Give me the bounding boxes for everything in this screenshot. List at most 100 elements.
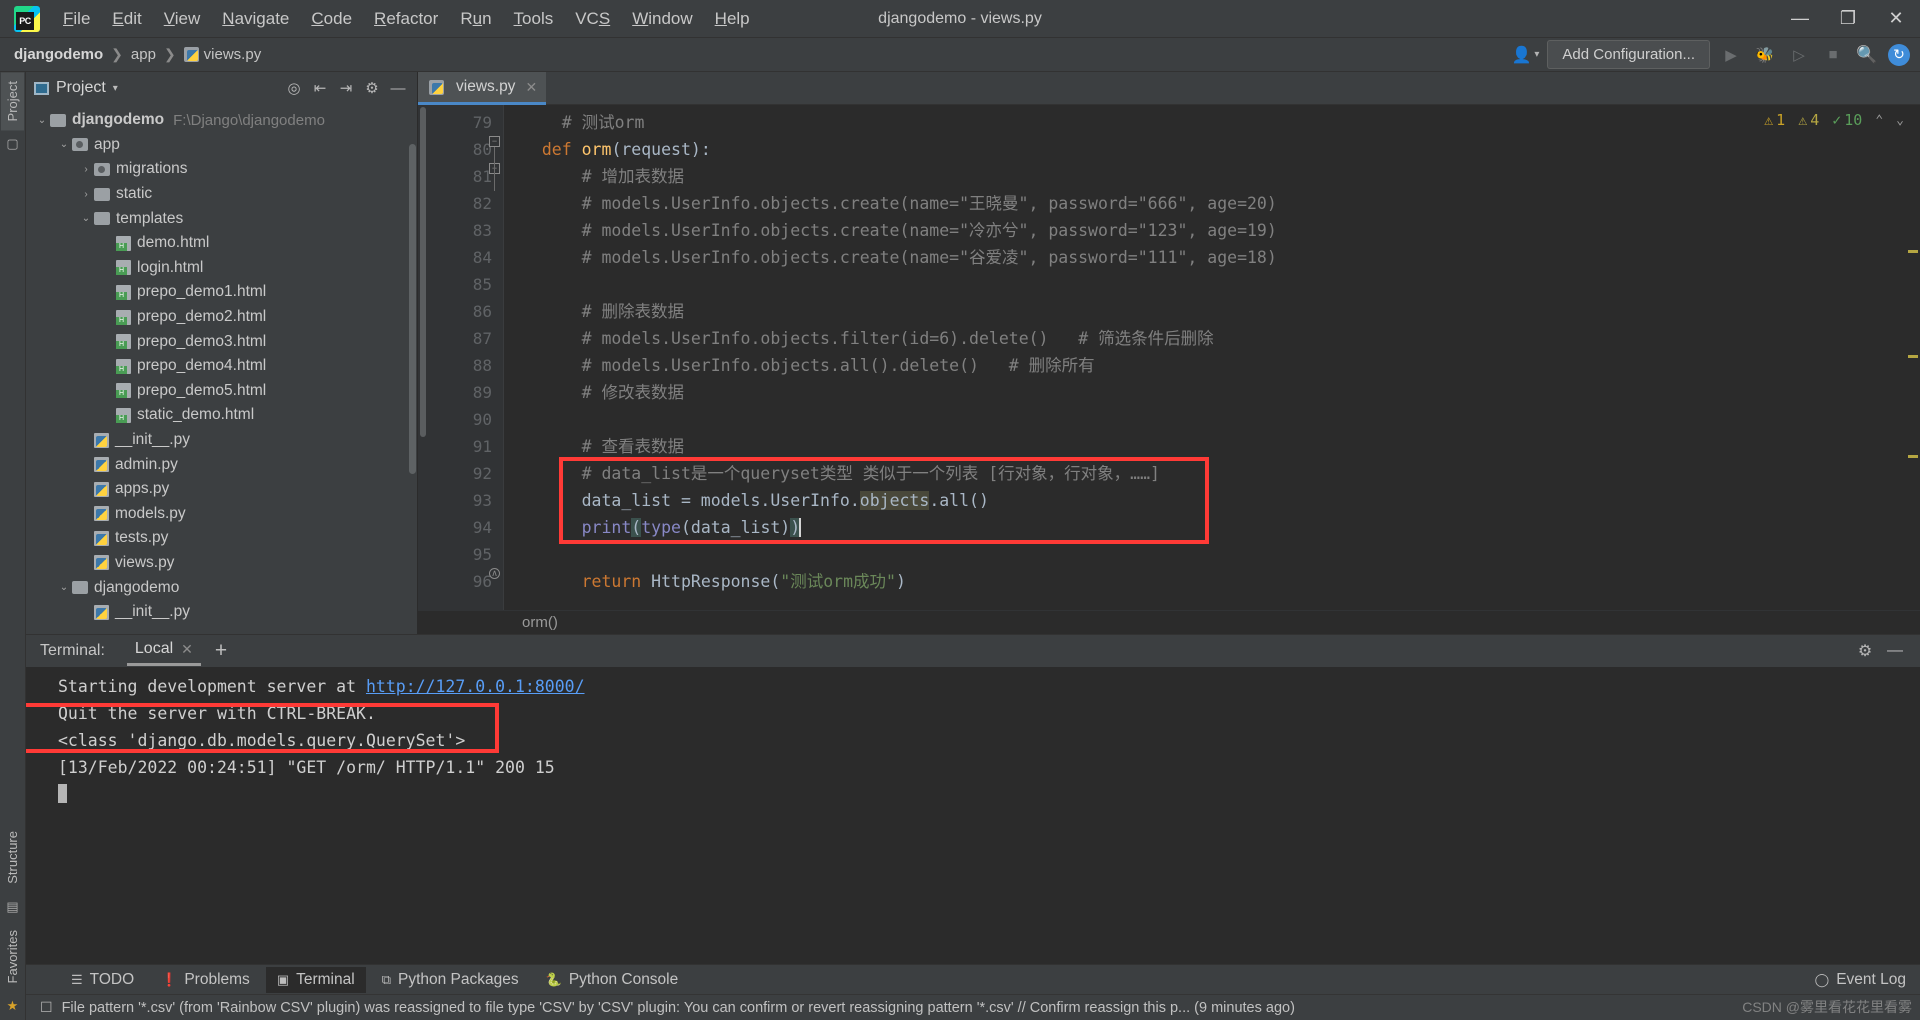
run-icon[interactable]: ▶ — [1718, 43, 1744, 67]
tree-row[interactable]: › prepo_demo1.html — [26, 280, 417, 305]
line-number[interactable]: 82 — [418, 190, 504, 217]
chevron-right-icon[interactable]: › — [78, 164, 94, 175]
stop-icon[interactable]: ■ — [1820, 43, 1846, 67]
tree-row[interactable]: › migrations — [26, 157, 417, 182]
tool-window-todo[interactable]: ☰ TODO — [60, 967, 145, 993]
line-number[interactable]: 91 — [418, 433, 504, 460]
line-number[interactable]: 79 — [418, 109, 504, 136]
error-stripe-mark[interactable] — [1908, 355, 1918, 358]
tree-row[interactable]: ⌄ djangodemo — [26, 575, 417, 600]
menu-window[interactable]: Window — [621, 5, 703, 33]
breadcrumb-item-file[interactable]: views.py — [204, 46, 262, 63]
fold-marker-icon[interactable]: ∧ — [489, 568, 500, 579]
tree-row[interactable]: ⌄ templates — [26, 206, 417, 231]
tree-row[interactable]: › __init__.py — [26, 600, 417, 625]
menu-file[interactable]: File — [52, 5, 101, 33]
menu-vcs[interactable]: VCS — [564, 5, 621, 33]
line-number[interactable]: 85 — [418, 271, 504, 298]
hide-icon[interactable]: — — [1882, 638, 1908, 664]
tool-window-python-console[interactable]: 🐍 Python Console — [535, 967, 690, 993]
collapse-all-icon[interactable]: ⇥ — [333, 75, 359, 101]
chevron-down-icon[interactable]: ⌄ — [34, 115, 50, 126]
debug-icon[interactable]: 🐝 — [1752, 43, 1778, 67]
line-number[interactable]: 95 — [418, 541, 504, 568]
line-number[interactable]: 94 — [418, 514, 504, 541]
sidebar-item-favorites[interactable]: Favorites — [1, 921, 24, 992]
line-number[interactable]: 89 — [418, 379, 504, 406]
tree-row[interactable]: › __init__.py — [26, 428, 417, 453]
breadcrumb-item-project[interactable]: djangodemo — [14, 46, 103, 63]
new-terminal-button[interactable]: + — [215, 639, 227, 663]
menu-edit[interactable]: Edit — [101, 5, 152, 33]
line-number[interactable]: 87 — [418, 325, 504, 352]
chevron-right-icon[interactable]: › — [78, 189, 94, 200]
menu-run[interactable]: Run — [449, 5, 502, 33]
coverage-icon[interactable]: ▷ — [1786, 43, 1812, 67]
search-icon[interactable]: 🔍 — [1854, 43, 1880, 67]
terminal-output[interactable]: Starting development server at http://12… — [26, 667, 1920, 964]
add-configuration-button[interactable]: Add Configuration... — [1547, 40, 1710, 69]
tree-row[interactable]: › views.py — [26, 551, 417, 576]
tool-window-terminal[interactable]: ▣ Terminal — [265, 966, 366, 993]
close-icon[interactable]: ✕ — [181, 641, 193, 658]
code-editor[interactable]: ⚠ 1 ⚠ 4 ✓ 10 ⌃ ⌄ # 测试orm def orm(request): — [504, 105, 1920, 610]
tab-views-py[interactable]: views.py ✕ — [418, 72, 547, 105]
menu-refactor[interactable]: Refactor — [363, 5, 449, 33]
maximize-button[interactable]: ❐ — [1824, 0, 1872, 38]
bookmark-icon[interactable]: ▢ — [6, 130, 18, 158]
updates-icon[interactable]: ↻ — [1888, 43, 1910, 66]
expand-all-icon[interactable]: ⇤ — [307, 75, 333, 101]
tree-row[interactable]: › static_demo.html — [26, 403, 417, 428]
chevron-down-icon[interactable]: ⌄ — [78, 213, 94, 224]
chevron-up-icon[interactable]: ⌃ — [1875, 113, 1883, 128]
breadcrumb-item-app[interactable]: app — [131, 46, 156, 63]
warning-count-badge[interactable]: ⚠ 4 — [1798, 111, 1819, 129]
tree-row[interactable]: › login.html — [26, 256, 417, 281]
tree-row[interactable]: › static — [26, 182, 417, 207]
menu-code[interactable]: Code — [300, 5, 363, 33]
notification-icon[interactable]: ☐ — [40, 999, 53, 1016]
event-log-button[interactable]: ◯ Event Log — [1815, 971, 1906, 989]
terminal-icon[interactable]: ▤ — [6, 893, 18, 921]
line-number[interactable]: 83 — [418, 217, 504, 244]
chevron-down-icon[interactable]: ⌄ — [56, 582, 72, 593]
tree-row[interactable]: › prepo_demo4.html — [26, 354, 417, 379]
line-number[interactable]: 86 — [418, 298, 504, 325]
sidebar-item-structure[interactable]: Structure — [1, 822, 24, 893]
tree-row[interactable]: › admin.py — [26, 452, 417, 477]
tree-row[interactable]: › prepo_demo5.html — [26, 379, 417, 404]
terminal-link[interactable]: http://127.0.0.1:8000/ — [366, 677, 585, 696]
hide-icon[interactable]: — — [385, 75, 411, 101]
tree-row[interactable]: › apps.py — [26, 477, 417, 502]
tool-window-python-packages[interactable]: ⧉ Python Packages — [371, 967, 530, 993]
project-tree[interactable]: ⌄ djangodemo F:\Django\djangodemo ⌄ app › migr… — [26, 104, 417, 634]
terminal-tab-local[interactable]: Local ✕ — [126, 636, 201, 666]
line-number[interactable]: 88 — [418, 352, 504, 379]
tree-row[interactable]: › prepo_demo2.html — [26, 305, 417, 330]
chevron-down-icon[interactable]: ⌄ — [1896, 113, 1904, 128]
line-number[interactable]: 93 — [418, 487, 504, 514]
tree-row[interactable]: › demo.html — [26, 231, 417, 256]
tree-row[interactable]: › models.py — [26, 502, 417, 527]
user-icon[interactable]: 👤 ▾ — [1511, 45, 1539, 65]
error-count-badge[interactable]: ⚠ 1 — [1764, 111, 1785, 129]
chevron-down-icon[interactable]: ▾ — [113, 83, 118, 94]
close-button[interactable]: ✕ — [1872, 0, 1920, 38]
sidebar-item-project[interactable]: Project — [1, 72, 24, 131]
menu-view[interactable]: View — [153, 5, 212, 33]
minimize-button[interactable]: — — [1776, 0, 1824, 38]
ok-count-badge[interactable]: ✓ 10 — [1832, 111, 1862, 129]
tree-scrollbar[interactable] — [409, 144, 416, 474]
locate-icon[interactable]: ◎ — [281, 75, 307, 101]
close-icon[interactable]: ✕ — [525, 79, 537, 96]
gear-icon[interactable]: ⚙ — [1852, 638, 1878, 664]
menu-help[interactable]: Help — [704, 5, 761, 33]
line-number[interactable]: 90 — [418, 406, 504, 433]
line-number[interactable]: 84 — [418, 244, 504, 271]
line-number[interactable]: 92 — [418, 460, 504, 487]
tree-row[interactable]: › tests.py — [26, 526, 417, 551]
status-message[interactable]: File pattern '*.csv' (from 'Rainbow CSV'… — [62, 1000, 1295, 1016]
tool-window-problems[interactable]: ❗ Problems — [150, 967, 261, 993]
tree-row[interactable]: ⌄ app — [26, 133, 417, 158]
tree-row[interactable]: › prepo_demo3.html — [26, 329, 417, 354]
